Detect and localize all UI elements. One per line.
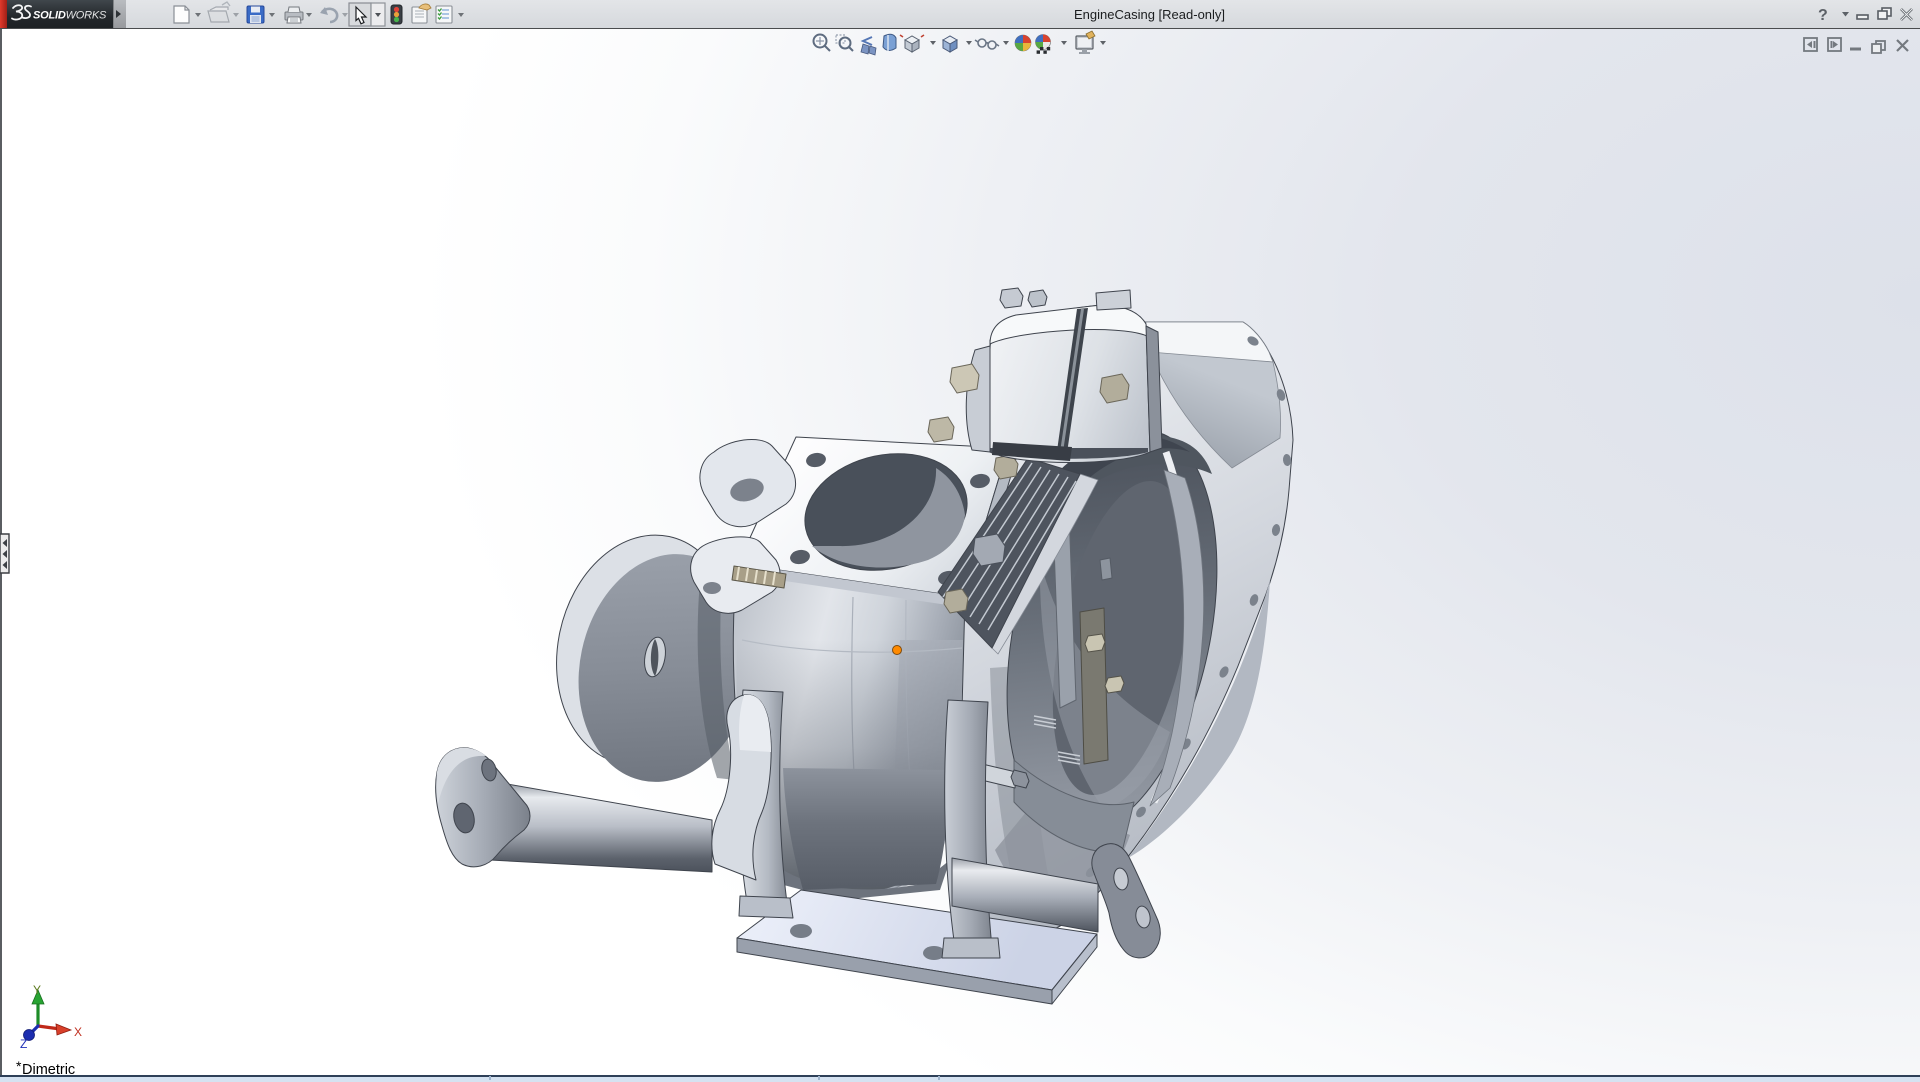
svg-text:?: ?: [1818, 7, 1828, 24]
